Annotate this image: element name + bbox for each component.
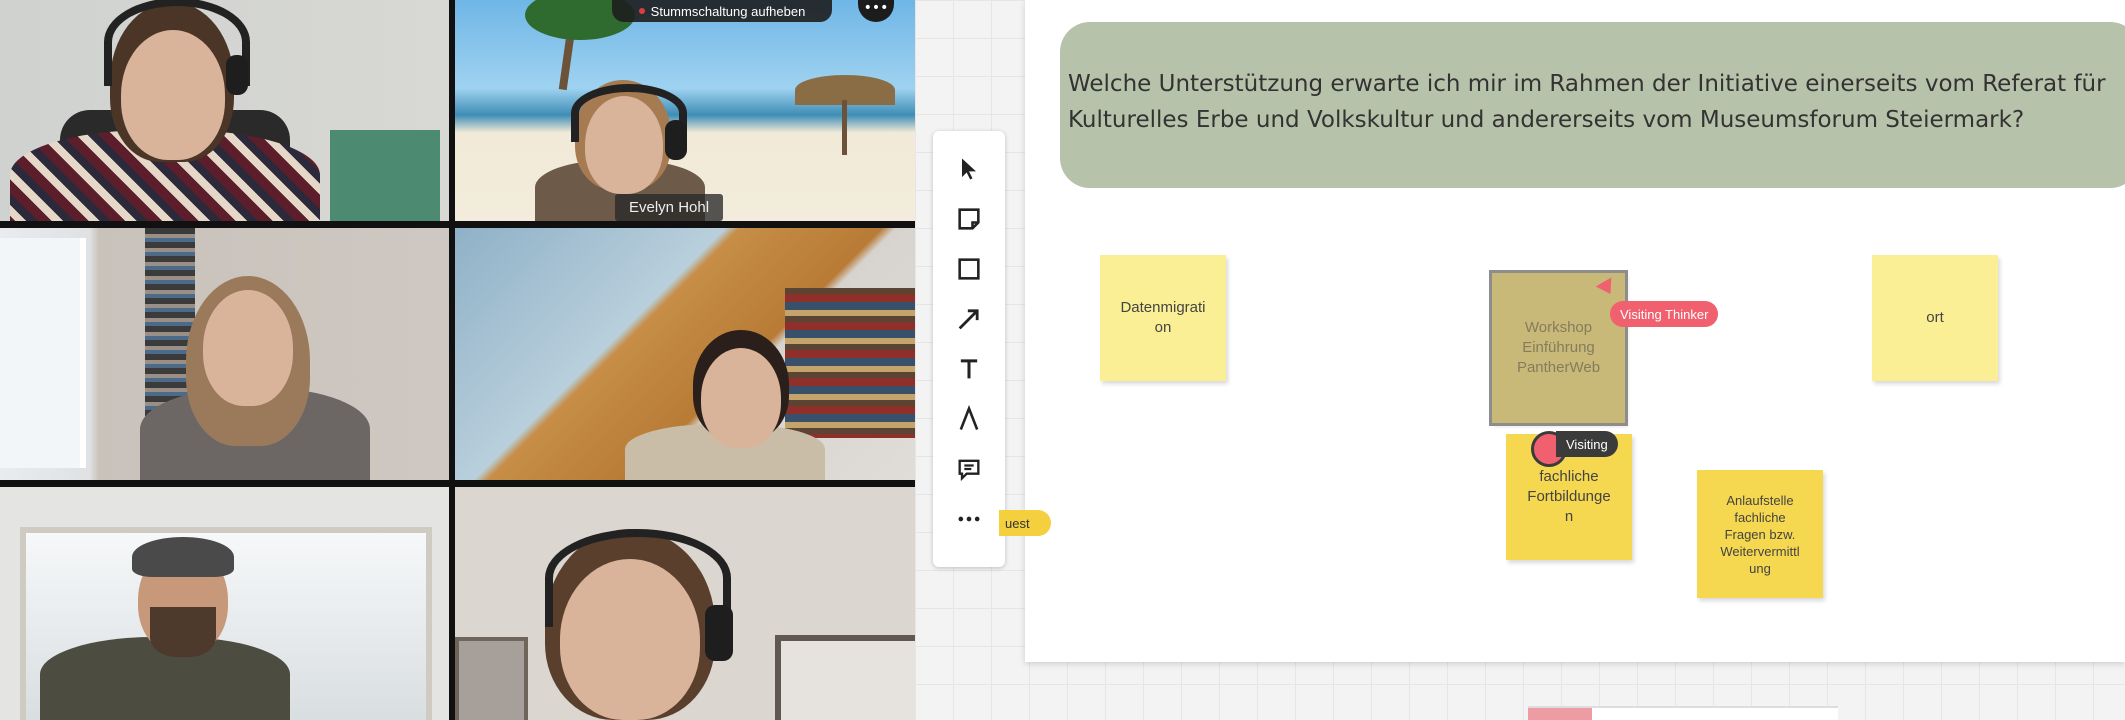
sticky-note[interactable]: ort xyxy=(1872,255,1998,381)
mic-muted-icon xyxy=(638,8,645,14)
beanie xyxy=(132,537,234,577)
bottom-element-accent xyxy=(1528,708,1592,720)
picture-frame xyxy=(775,635,915,720)
cursor-label-text: Visiting Thinker xyxy=(1620,306,1709,322)
cursor-label: Visiting Thinker xyxy=(1610,301,1719,327)
participant-name: Evelyn Hohl xyxy=(615,194,724,221)
text-icon[interactable] xyxy=(949,349,989,389)
cursor-label: Visiting xyxy=(1556,431,1618,457)
question-box[interactable]: Welche Unterstützung erwarte ich mir im … xyxy=(1060,22,2125,188)
question-text: Welche Unterstützung erwarte ich mir im … xyxy=(1068,71,2106,133)
filing-box xyxy=(330,130,440,221)
arrow-icon[interactable] xyxy=(949,299,989,339)
beard xyxy=(150,607,216,657)
picture-frame xyxy=(455,637,528,720)
sticky-note-icon[interactable] xyxy=(949,199,989,239)
sticky-text: Workshop Einführung PantherWeb xyxy=(1516,319,1601,376)
select-pointer-icon[interactable] xyxy=(949,149,989,189)
video-tile[interactable]: Evelyn Hohl xyxy=(455,0,915,221)
guest-label: uest xyxy=(1005,515,1030,531)
video-tile[interactable] xyxy=(455,487,915,720)
unmute-label: Stummschaltung aufheben xyxy=(650,3,806,19)
rectangle-icon[interactable] xyxy=(949,249,989,289)
sticky-text: fachliche Fortbildunge n xyxy=(1527,468,1611,525)
window xyxy=(0,238,86,468)
sticky-text: Anlaufstelle fachliche Fragen bzw. Weite… xyxy=(1720,492,1800,576)
comment-icon[interactable] xyxy=(949,449,989,489)
board-toolbar xyxy=(933,131,1005,567)
sticky-text: Datenmigrati on xyxy=(1120,299,1206,336)
bookshelf xyxy=(785,288,915,438)
video-tile[interactable] xyxy=(455,228,915,480)
cursor-label-text: Visiting xyxy=(1566,436,1608,452)
video-tile[interactable] xyxy=(0,228,449,480)
video-tile[interactable] xyxy=(0,487,449,720)
screen: Evelyn Hohl Stummschaltung aufheben ••• … xyxy=(0,0,2125,720)
video-tile[interactable] xyxy=(0,0,449,221)
video-grid: Evelyn Hohl Stummschaltung aufheben ••• xyxy=(0,0,915,720)
pen-icon[interactable] xyxy=(949,399,989,439)
sticky-note[interactable]: Anlaufstelle fachliche Fragen bzw. Weite… xyxy=(1697,470,1823,598)
sticky-note[interactable]: Datenmigrati on xyxy=(1100,255,1226,381)
unmute-banner[interactable]: Stummschaltung aufheben xyxy=(612,0,832,22)
more-icon[interactable] xyxy=(949,499,989,539)
sticky-text: ort xyxy=(1926,309,1944,326)
guest-cursor-tag: uest xyxy=(999,510,1051,536)
